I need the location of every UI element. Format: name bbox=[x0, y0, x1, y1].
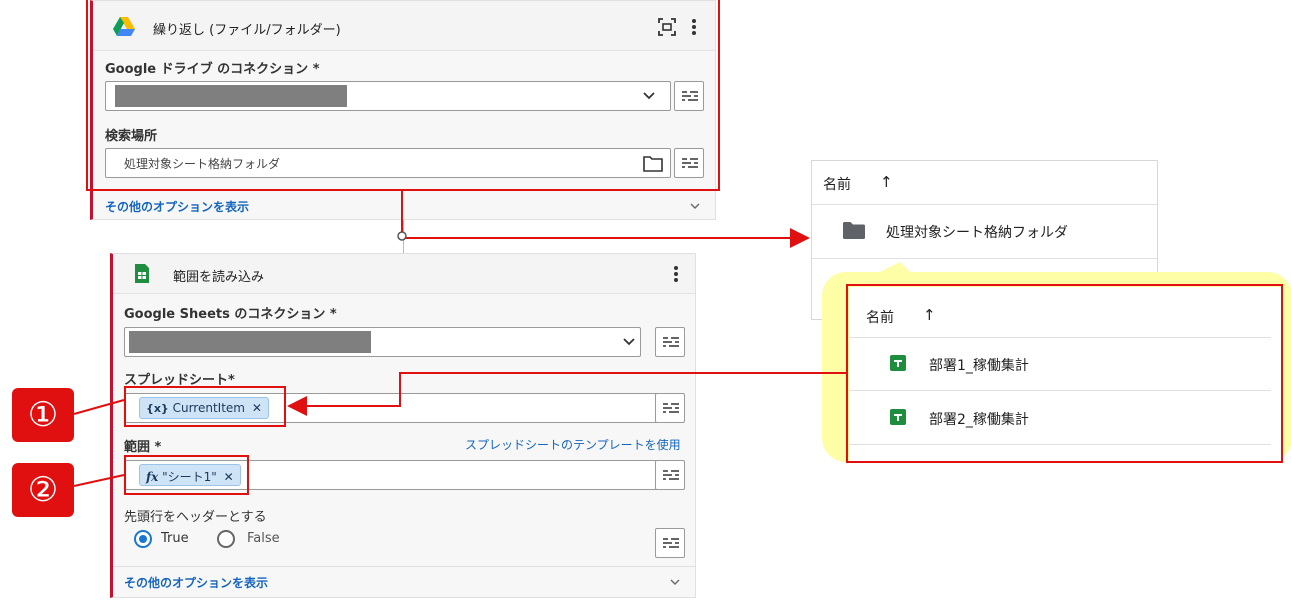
callout-2-pointer bbox=[73, 474, 125, 487]
connector-node bbox=[397, 231, 407, 241]
annotation-arrows bbox=[73, 191, 846, 487]
arrow-to-folder bbox=[401, 191, 810, 248]
arrow-to-spreadsheet bbox=[287, 372, 846, 416]
callout-1-pointer bbox=[73, 399, 125, 415]
